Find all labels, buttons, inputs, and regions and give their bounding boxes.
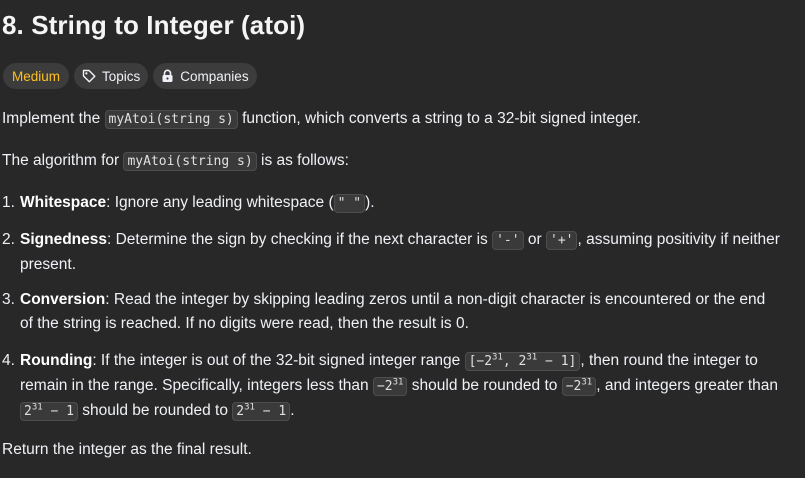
list-number: 1. xyxy=(2,194,15,211)
topics-button[interactable]: Topics xyxy=(74,63,149,89)
list-number: 4. xyxy=(2,352,15,369)
tag-row: Medium Topics Companies xyxy=(3,63,257,89)
step-text: should be rounded to xyxy=(77,402,233,419)
inline-code: myAtoi(string s) xyxy=(104,110,238,129)
inline-code: [−231, 231 − 1] xyxy=(464,352,581,371)
step-text: , assuming positivity if neither xyxy=(577,231,780,248)
tag-icon xyxy=(82,69,96,83)
step-text: ). xyxy=(365,194,375,211)
step-term: Whitespace xyxy=(20,194,107,211)
step-text: remain in the range. Specifically, integ… xyxy=(20,377,373,394)
algorithm-paragraph: The algorithm for myAtoi(string s) is as… xyxy=(2,149,349,174)
step-text: : If the integer is out of the 32-bit si… xyxy=(92,352,465,369)
difficulty-badge[interactable]: Medium xyxy=(3,63,70,89)
step-text: of the string is reached. If no digits w… xyxy=(20,315,469,332)
list-item: 1. Whitespace: Ignore any leading whites… xyxy=(2,191,802,216)
inline-code: 231 − 1 xyxy=(20,402,78,421)
list-number: 3. xyxy=(2,291,15,308)
difficulty-label: Medium xyxy=(12,68,61,84)
algorithm-text: is as follows: xyxy=(256,152,349,169)
step-text: , and integers greater than xyxy=(596,377,779,394)
step-text: present. xyxy=(20,256,77,273)
inline-code: '+' xyxy=(546,231,578,250)
list-item: 4. Rounding: If the integer is out of th… xyxy=(2,349,802,424)
inline-code: 231 − 1 xyxy=(232,402,291,421)
lock-icon xyxy=(161,69,174,83)
step-text: , then round the integer to xyxy=(580,352,758,369)
step-term: Rounding xyxy=(20,352,93,369)
step-text: : Read the integer by skipping leading z… xyxy=(105,291,766,308)
step-text: . xyxy=(290,402,295,419)
list-item: 3. Conversion: Read the integer by skipp… xyxy=(2,288,802,336)
step-term: Conversion xyxy=(20,291,106,308)
list-number: 2. xyxy=(2,231,15,248)
companies-button[interactable]: Companies xyxy=(153,63,257,89)
step-text: or xyxy=(523,231,546,248)
intro-text: Implement the xyxy=(2,110,105,127)
inline-code: '-' xyxy=(492,231,524,250)
inline-code: " " xyxy=(333,194,366,213)
step-text: : Ignore any leading whitespace ( xyxy=(106,194,334,211)
step-text: : Determine the sign by checking if the … xyxy=(107,231,493,248)
step-term: Signedness xyxy=(20,231,107,248)
list-item: 2. Signedness: Determine the sign by che… xyxy=(2,228,802,277)
closing-paragraph: Return the integer as the final result. xyxy=(2,441,252,458)
algorithm-text: The algorithm for xyxy=(2,152,124,169)
inline-code: −231 xyxy=(372,377,408,396)
inline-code: myAtoi(string s) xyxy=(123,152,257,171)
intro-paragraph: Implement the myAtoi(string s) function,… xyxy=(2,107,641,132)
topics-label: Topics xyxy=(102,68,141,84)
step-text: should be rounded to xyxy=(407,377,562,394)
problem-title: 8. String to Integer (atoi) xyxy=(2,10,306,40)
companies-label: Companies xyxy=(180,68,249,84)
intro-text: function, which converts a string to a 3… xyxy=(237,110,641,127)
inline-code: −231 xyxy=(561,377,597,396)
